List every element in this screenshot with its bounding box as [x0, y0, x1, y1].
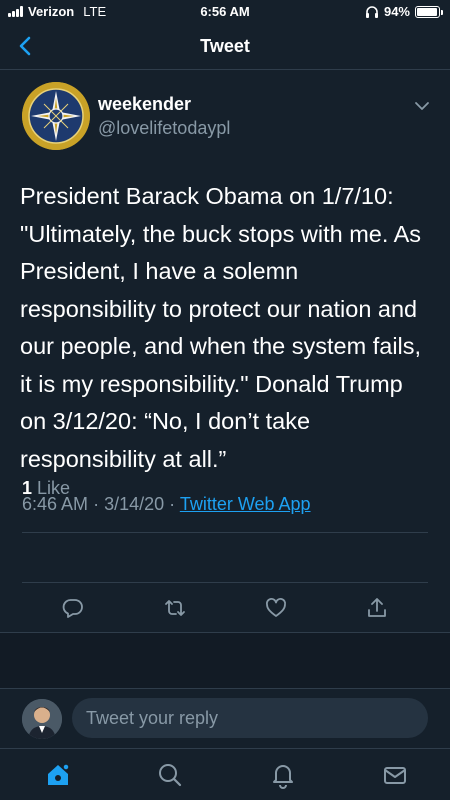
- tweet-source-link[interactable]: Twitter Web App: [180, 494, 311, 514]
- avatar[interactable]: [22, 699, 62, 739]
- reply-input[interactable]: Tweet your reply: [72, 698, 428, 738]
- nav-bar: Tweet: [0, 24, 450, 70]
- chevron-down-icon[interactable]: [414, 100, 430, 112]
- battery-icon: [415, 5, 443, 18]
- reply-icon[interactable]: [61, 596, 85, 620]
- page-title: Tweet: [200, 36, 250, 56]
- divider: [22, 582, 428, 583]
- reply-bar: Tweet your reply: [0, 688, 450, 748]
- status-bar: Verizon LTE 6:56 AM 94%: [0, 0, 450, 24]
- headphones-icon: [365, 6, 378, 18]
- notifications-icon[interactable]: [269, 761, 297, 789]
- battery-fill: [417, 7, 437, 16]
- display-name[interactable]: weekender: [98, 94, 191, 115]
- seal-image: [22, 82, 90, 150]
- user-photo: [22, 699, 62, 739]
- divider: [22, 532, 428, 533]
- like-icon[interactable]: [264, 596, 288, 620]
- search-icon[interactable]: [156, 761, 184, 789]
- meta-separator: ·: [169, 494, 180, 514]
- like-count-label: Like: [37, 478, 71, 498]
- avatar[interactable]: [22, 82, 90, 150]
- tweet-actions: [0, 596, 450, 632]
- like-count[interactable]: 1 Like: [22, 478, 70, 499]
- tab-bar: [0, 748, 450, 800]
- tweet-text: President Barack Obama on 1/7/10: "Ultim…: [20, 183, 422, 472]
- meta-separator: ·: [93, 494, 105, 514]
- battery-percent: 94%: [383, 4, 410, 19]
- like-count-number: 1: [22, 478, 33, 498]
- user-handle[interactable]: @lovelifetodaypl: [98, 118, 230, 139]
- retweet-icon[interactable]: [163, 596, 187, 620]
- status-right: 94%: [365, 4, 443, 19]
- tweet-date: 3/14/20: [104, 494, 165, 514]
- share-icon[interactable]: [365, 596, 389, 620]
- messages-icon[interactable]: [381, 761, 409, 789]
- home-icon[interactable]: [44, 761, 72, 789]
- tweet-screen: Verizon LTE 6:56 AM 94% Tweet weekender …: [0, 0, 450, 800]
- empty-area: [0, 632, 450, 688]
